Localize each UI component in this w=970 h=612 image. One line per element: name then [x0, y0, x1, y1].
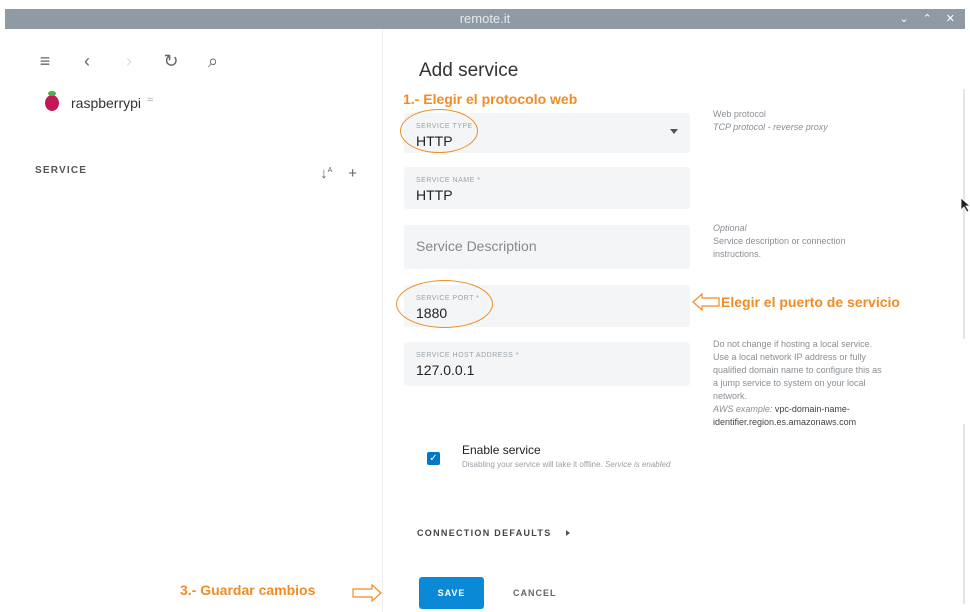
mouse-cursor-icon [960, 197, 970, 213]
scrollbar-lower[interactable] [963, 424, 965, 604]
forward-icon[interactable]: › [119, 51, 139, 72]
minimize-icon[interactable]: ⌄ [899, 9, 908, 29]
chevron-down-icon [670, 129, 678, 134]
service-type-help: Web protocol TCP protocol - reverse prox… [713, 108, 923, 134]
close-icon[interactable]: ✕ [946, 9, 955, 29]
service-header-row: SERVICE ↓A + [35, 165, 357, 182]
enable-sub-text: Disabling your service will take it offl… [462, 460, 603, 469]
sidebar: ≡ ‹ › ↻ ⌕ raspberrypi ≈ SERVICE ↓A + [5, 29, 383, 612]
connection-defaults-toggle[interactable]: CONNECTION DEFAULTS [417, 528, 570, 538]
page-title: Add service [419, 60, 519, 81]
help-line: Optional [713, 223, 747, 233]
annotation-step3: 3.- Guardar cambios [180, 582, 316, 598]
help-example: AWS example: vpc-domain-name- [713, 403, 923, 416]
help-line: a jump service to system on your local [713, 378, 866, 388]
host-address-field[interactable]: SERVICE HOST ADDRESS * 127.0.0.1 [404, 342, 690, 386]
help-line: TCP protocol - reverse proxy [713, 122, 828, 132]
service-description-placeholder: Service Description [416, 238, 537, 254]
enable-service-sub: Disabling your service will take it offl… [462, 460, 670, 469]
cancel-button[interactable]: CANCEL [513, 588, 557, 598]
window-title: remote.it [459, 11, 511, 26]
service-header: SERVICE [35, 165, 88, 176]
scrollbar[interactable] [963, 89, 965, 339]
host-address-value: 127.0.0.1 [416, 362, 475, 378]
enable-service-title: Enable service [462, 443, 541, 457]
save-button[interactable]: SAVE [419, 577, 484, 609]
menu-icon[interactable]: ≡ [35, 51, 55, 72]
example-value: identifier.region.es.amazonaws.com [713, 417, 857, 427]
annotation-step2: Elegir el puerto de servicio [721, 294, 900, 310]
wifi-icon: ≈ [147, 94, 154, 106]
help-line: Do not change if hosting a local service… [713, 339, 873, 349]
refresh-icon[interactable]: ↻ [161, 51, 181, 72]
sort-icon[interactable]: ↓A [320, 165, 332, 182]
back-icon[interactable]: ‹ [77, 51, 97, 72]
help-line: Service description or connection [713, 236, 846, 246]
maximize-icon[interactable]: ⌃ [923, 9, 932, 29]
help-line: network. [713, 391, 748, 401]
service-name-field[interactable]: SERVICE NAME * HTTP [404, 167, 690, 209]
host-address-label: SERVICE HOST ADDRESS * [416, 352, 519, 359]
annotation-oval-type [400, 109, 478, 153]
sidebar-toolbar: ≡ ‹ › ↻ ⌕ [35, 51, 223, 72]
raspberry-pi-icon [45, 91, 59, 111]
help-line: Use a local network IP address or fully [713, 352, 866, 362]
enable-status-text: Service is enabled [605, 460, 671, 469]
help-line: qualified domain name to configure this … [713, 365, 882, 375]
app-window: remote.it ⌄ ⌃ ✕ ≡ ‹ › ↻ ⌕ raspberrypi ≈ … [0, 0, 970, 612]
device-item[interactable]: raspberrypi ≈ [45, 91, 154, 111]
window-controls: ⌄ ⌃ ✕ [899, 9, 955, 29]
service-name-label: SERVICE NAME * [416, 177, 481, 184]
service-actions: ↓A + [320, 165, 357, 182]
annotation-arrow-right-icon [352, 584, 382, 602]
device-name: raspberrypi [71, 95, 142, 111]
example-label: AWS example: [713, 404, 773, 414]
search-icon[interactable]: ⌕ [203, 51, 223, 72]
connection-defaults-label: CONNECTION DEFAULTS [417, 528, 552, 538]
service-description-field[interactable]: Service Description [404, 225, 690, 269]
add-service-icon[interactable]: + [348, 165, 357, 182]
service-name-value: HTTP [416, 187, 453, 203]
help-line: instructions. [713, 249, 762, 259]
help-line: Web protocol [713, 109, 766, 119]
example-value: vpc-domain-name- [774, 404, 850, 414]
annotation-step1: 1.- Elegir el protocolo web [403, 91, 578, 107]
annotation-arrow-left-icon [692, 293, 720, 311]
host-address-help: Do not change if hosting a local service… [713, 338, 923, 429]
enable-service-checkbox[interactable]: ✓ [427, 452, 440, 465]
title-bar: remote.it ⌄ ⌃ ✕ [5, 9, 965, 29]
description-help: Optional Service description or connecti… [713, 222, 923, 261]
expand-icon [565, 530, 570, 536]
annotation-oval-port [396, 280, 493, 328]
